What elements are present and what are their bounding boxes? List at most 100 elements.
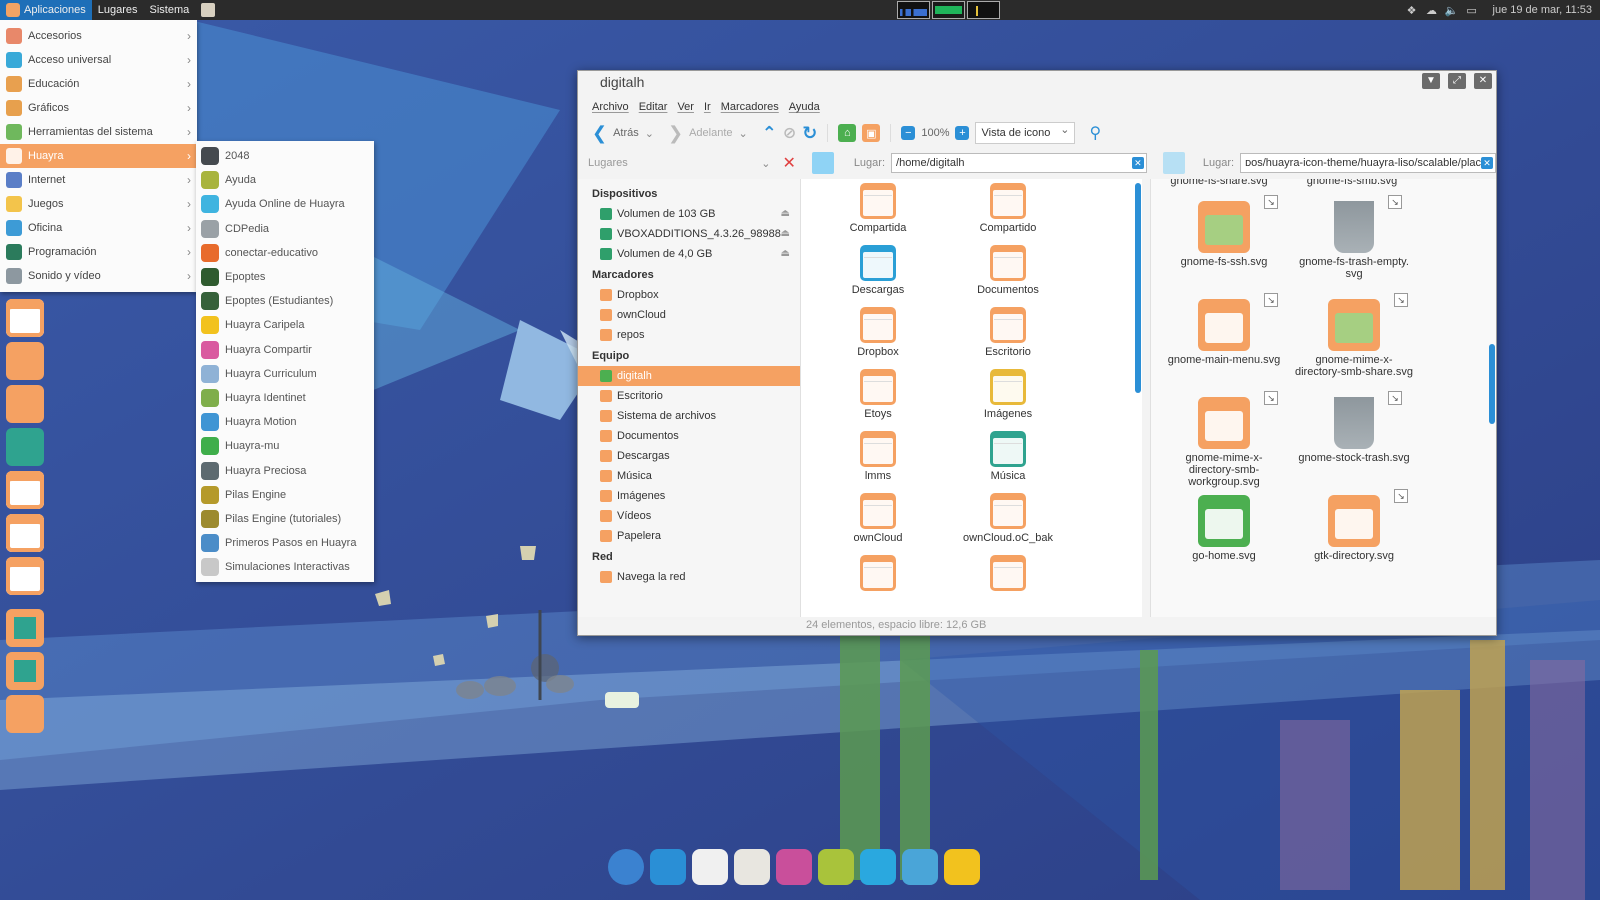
- clear-icon[interactable]: ✕: [1481, 157, 1493, 169]
- file-item[interactable]: Dropbox: [813, 307, 943, 369]
- file-item[interactable]: Documentos: [943, 245, 1073, 307]
- folder-icon[interactable]: [6, 557, 44, 595]
- sidebar-item[interactable]: ownCloud: [578, 305, 800, 325]
- clear-icon[interactable]: ✕: [1131, 157, 1144, 169]
- sidebar-item[interactable]: Descargas: [578, 446, 800, 466]
- zoom-in-icon[interactable]: +: [955, 126, 970, 140]
- terminal-icon[interactable]: [650, 849, 686, 885]
- menu-item-oficina[interactable]: Oficina ›: [0, 216, 197, 240]
- submenu-item[interactable]: Pilas Engine (tutoriales): [196, 507, 374, 531]
- dropbox-icon[interactable]: ❖: [1405, 3, 1419, 17]
- file-label[interactable]: gnome-fs-share.svg: [1151, 179, 1287, 187]
- submenu-item[interactable]: Ayuda Online de Huayra: [196, 192, 374, 216]
- volume-icon[interactable]: 🔈: [1445, 3, 1459, 17]
- places-menu[interactable]: Lugares: [92, 0, 144, 20]
- sidebar-item[interactable]: Sistema de archivos: [578, 406, 800, 426]
- menu-marcadores[interactable]: Marcadores: [721, 101, 779, 113]
- file-item[interactable]: ownCloud.oC_bak: [943, 493, 1073, 555]
- menu-editar[interactable]: Editar: [639, 101, 668, 113]
- menu-ir[interactable]: Ir: [704, 101, 711, 113]
- menu-item-juegos[interactable]: Juegos ›: [0, 192, 197, 216]
- menu-item-acceso-universal[interactable]: Acceso universal ›: [0, 48, 197, 72]
- file-item[interactable]: go-home.svg: [1159, 495, 1289, 593]
- edit-location-icon[interactable]: [811, 152, 834, 174]
- flower-icon[interactable]: [776, 849, 812, 885]
- sidebar-item[interactable]: repos: [578, 325, 800, 345]
- folder-icon[interactable]: [6, 299, 44, 337]
- forward-arrow-icon[interactable]: ❯: [668, 123, 683, 144]
- file-pane-right[interactable]: gnome-fs-share.svg gnome-fs-smb.svg ↘ gno…: [1150, 179, 1496, 617]
- file-item[interactable]: Música: [943, 431, 1073, 493]
- submenu-item[interactable]: Ayuda: [196, 168, 374, 192]
- eject-icon[interactable]: ⏏: [781, 244, 790, 264]
- file-item[interactable]: ↘ gnome-stock-trash.svg: [1289, 391, 1419, 495]
- file-item[interactable]: lmms: [813, 431, 943, 493]
- file-item[interactable]: ↘ gnome-fs-trash-empty. svg: [1289, 195, 1419, 299]
- stop-icon[interactable]: ⊘: [783, 123, 796, 143]
- view-mode-select[interactable]: Vista de icono: [975, 120, 1076, 144]
- forward-button[interactable]: Adelante: [689, 127, 732, 139]
- menu-ver[interactable]: Ver: [677, 101, 694, 113]
- system-menu[interactable]: Sistema: [144, 0, 196, 20]
- submenu-item[interactable]: Huayra Preciosa: [196, 458, 374, 482]
- minimize-icon[interactable]: ▼: [1422, 73, 1440, 89]
- menu-item-programaci-n[interactable]: Programación ›: [0, 240, 197, 264]
- disc-icon[interactable]: [6, 609, 44, 647]
- memory-monitor-icon[interactable]: [932, 1, 965, 19]
- file-item[interactable]: ↘ gnome-mime-x- directory-smb-share.svg: [1289, 293, 1419, 397]
- window-titlebar[interactable]: digitalh ▼ ⤢ ✕: [578, 71, 1496, 93]
- clock[interactable]: jue 19 de mar, 11:53: [1493, 4, 1592, 16]
- eject-icon[interactable]: ⏏: [781, 224, 790, 244]
- sidebar-item[interactable]: Papelera: [578, 526, 800, 546]
- forward-history-icon[interactable]: ⌄: [739, 127, 748, 140]
- film-icon[interactable]: [6, 385, 44, 423]
- disc-icon[interactable]: [6, 652, 44, 690]
- sidebar-item[interactable]: digitalh: [578, 366, 800, 386]
- maximize-icon[interactable]: ⤢: [1448, 73, 1466, 89]
- places-dropdown[interactable]: Lugares: [588, 157, 755, 169]
- menu-item-educaci-n[interactable]: Educación ›: [0, 72, 197, 96]
- file-item[interactable]: [943, 555, 1073, 617]
- location-input-a[interactable]: /home/digitalh ✕: [891, 153, 1147, 173]
- back-arrow-icon[interactable]: ❮: [592, 123, 607, 144]
- submenu-item[interactable]: Primeros Pasos en Huayra: [196, 531, 374, 555]
- folder-icon[interactable]: [6, 471, 44, 509]
- file-item[interactable]: ↘ gnome-fs-ssh.svg: [1159, 195, 1289, 299]
- system-monitors[interactable]: [897, 1, 1000, 19]
- applications-menu[interactable]: Aplicaciones: [0, 0, 92, 20]
- network-icon[interactable]: ▭: [1465, 3, 1479, 17]
- cabinet-icon[interactable]: [902, 849, 938, 885]
- location-input-b[interactable]: ᴅos/huayra-icon-theme/huayra-liso/scalab…: [1240, 153, 1496, 173]
- sidebar-item[interactable]: Música: [578, 466, 800, 486]
- file-item[interactable]: ownCloud: [813, 493, 943, 555]
- submenu-item[interactable]: Huayra Curriculum: [196, 362, 374, 386]
- submenu-item[interactable]: Huayra Caripela: [196, 313, 374, 337]
- chrome-icon[interactable]: [608, 849, 644, 885]
- cloud-icon[interactable]: ☁: [1425, 3, 1439, 17]
- back-button[interactable]: Atrás: [613, 127, 639, 139]
- music-icon[interactable]: [6, 428, 44, 466]
- book-icon[interactable]: [818, 849, 854, 885]
- tag-icon[interactable]: [6, 695, 44, 733]
- file-item[interactable]: ↘ gnome-main-menu.svg: [1159, 293, 1289, 397]
- file-item[interactable]: Compartida: [813, 183, 943, 245]
- submenu-item[interactable]: Epoptes: [196, 265, 374, 289]
- submenu-item[interactable]: Huayra Compartir: [196, 338, 374, 362]
- search-icon[interactable]: ⚲: [1089, 123, 1101, 143]
- up-icon[interactable]: ⌃: [762, 123, 777, 144]
- menu-item-accesorios[interactable]: Accesorios ›: [0, 24, 197, 48]
- sidebar-item[interactable]: Dropbox: [578, 285, 800, 305]
- zoom-out-icon[interactable]: −: [901, 126, 916, 140]
- close-sidebar-icon[interactable]: ✕: [783, 153, 796, 173]
- menu-ayuda[interactable]: Ayuda: [789, 101, 820, 113]
- file-item[interactable]: Escritorio: [943, 307, 1073, 369]
- submenu-item[interactable]: 2048: [196, 144, 374, 168]
- sidebar-item[interactable]: Volumen de 4,0 GB ⏏: [578, 244, 800, 264]
- sidebar-item[interactable]: Volumen de 103 GB ⏏: [578, 204, 800, 224]
- folder-icon[interactable]: [6, 514, 44, 552]
- menu-item-gr-ficos[interactable]: Gráficos ›: [0, 96, 197, 120]
- eject-icon[interactable]: ⏏: [781, 204, 790, 224]
- sun-icon[interactable]: [860, 849, 896, 885]
- submenu-item[interactable]: Huayra Motion: [196, 410, 374, 434]
- file-pane-left[interactable]: Compartida Compartido Descargas Documentos D…: [800, 179, 1142, 617]
